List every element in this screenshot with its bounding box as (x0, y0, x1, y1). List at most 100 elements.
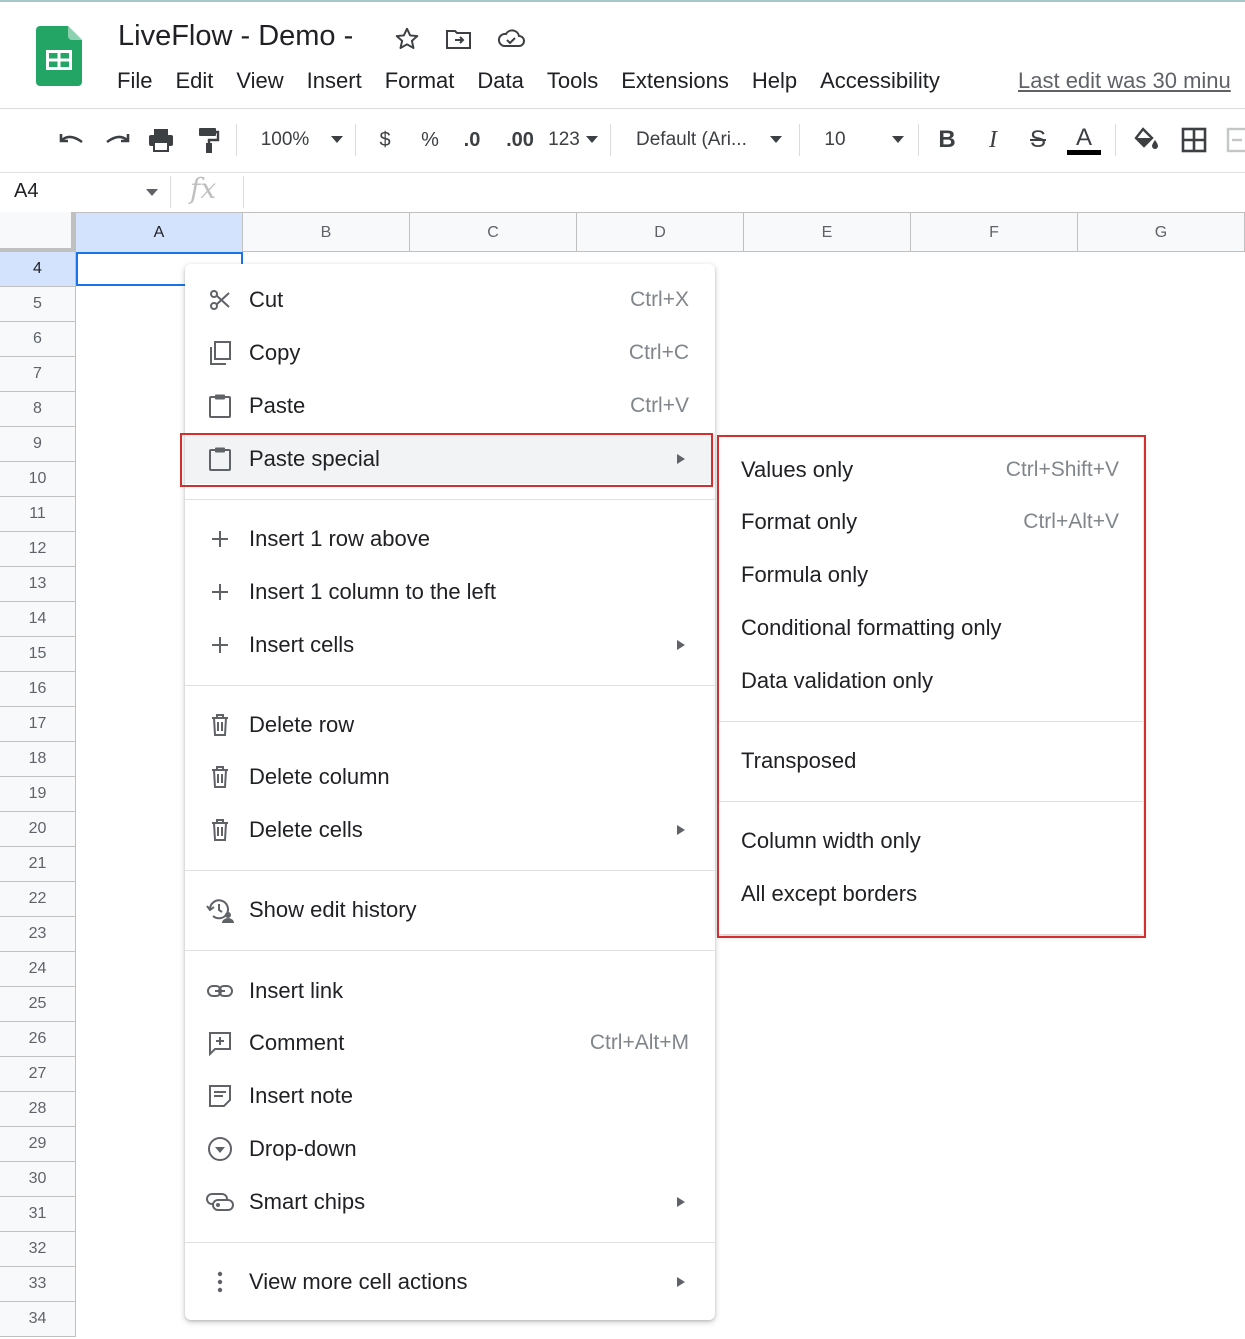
more-formats-dropdown-icon[interactable] (585, 123, 599, 157)
bold-button[interactable]: B (934, 123, 960, 157)
menu-item-copy[interactable]: Copy Ctrl+C (185, 328, 715, 378)
merge-cells-icon[interactable] (1226, 123, 1245, 157)
menu-view[interactable]: View (236, 68, 283, 94)
row-header-29[interactable]: 29 (0, 1127, 76, 1162)
zoom-select[interactable]: 100% (258, 123, 312, 157)
row-header-12[interactable]: 12 (0, 532, 76, 567)
name-box-dropdown-icon[interactable] (146, 189, 158, 196)
column-header-f[interactable]: F (911, 213, 1078, 252)
cloud-status-icon[interactable] (496, 24, 526, 54)
row-header-4[interactable]: 4 (0, 252, 76, 287)
sheets-logo-icon[interactable] (36, 26, 82, 86)
move-folder-icon[interactable] (444, 24, 474, 54)
redo-icon[interactable] (101, 123, 133, 157)
menu-accessibility[interactable]: Accessibility (820, 68, 940, 94)
menu-help[interactable]: Help (752, 68, 797, 94)
menu-item-delete-cells[interactable]: Delete cells (185, 805, 715, 855)
menu-item-insert-note[interactable]: Insert note (185, 1071, 715, 1121)
row-header-28[interactable]: 28 (0, 1092, 76, 1127)
font-size-dropdown-icon[interactable] (891, 123, 905, 157)
row-header-9[interactable]: 9 (0, 427, 76, 462)
menu-data[interactable]: Data (477, 68, 523, 94)
row-header-27[interactable]: 27 (0, 1057, 76, 1092)
row-header-32[interactable]: 32 (0, 1232, 76, 1267)
row-header-22[interactable]: 22 (0, 882, 76, 917)
row-header-8[interactable]: 8 (0, 392, 76, 427)
text-color-button[interactable]: A (1067, 123, 1101, 157)
menu-item-smart-chips[interactable]: Smart chips (185, 1177, 715, 1227)
row-header-23[interactable]: 23 (0, 917, 76, 952)
decrease-decimal-button[interactable]: .0 (455, 123, 489, 157)
menu-divider (185, 870, 715, 871)
star-icon[interactable] (392, 24, 422, 54)
column-header-g[interactable]: G (1078, 213, 1245, 252)
row-header-24[interactable]: 24 (0, 952, 76, 987)
menu-item-show-edit-history[interactable]: Show edit history (185, 885, 715, 935)
menu-format[interactable]: Format (385, 68, 455, 94)
row-header-16[interactable]: 16 (0, 672, 76, 707)
row-header-5[interactable]: 5 (0, 287, 76, 322)
menu-item-paste[interactable]: Paste Ctrl+V (185, 381, 715, 431)
italic-button[interactable]: I (980, 123, 1006, 157)
menu-tools[interactable]: Tools (547, 68, 598, 94)
row-header-33[interactable]: 33 (0, 1267, 76, 1302)
row-header-18[interactable]: 18 (0, 742, 76, 777)
note-icon (205, 1081, 235, 1111)
row-header-13[interactable]: 13 (0, 567, 76, 602)
paste-special-submenu-highlight-box (717, 435, 1146, 938)
row-header-7[interactable]: 7 (0, 357, 76, 392)
row-header-21[interactable]: 21 (0, 847, 76, 882)
menu-item-view-more-cell-actions[interactable]: View more cell actions (185, 1257, 715, 1307)
row-header-11[interactable]: 11 (0, 497, 76, 532)
paint-format-icon[interactable] (192, 123, 224, 157)
undo-icon[interactable] (56, 123, 88, 157)
row-header-17[interactable]: 17 (0, 707, 76, 742)
column-header-d[interactable]: D (577, 213, 744, 252)
select-all-corner[interactable] (0, 212, 76, 252)
strikethrough-button[interactable]: S (1025, 123, 1051, 157)
font-dropdown-icon[interactable] (769, 123, 783, 157)
menu-divider (185, 499, 715, 500)
more-formats-button[interactable]: 123 (546, 123, 582, 157)
menu-item-insert-link[interactable]: Insert link (185, 966, 715, 1016)
column-header-b[interactable]: B (243, 213, 410, 252)
document-title[interactable]: LiveFlow - Demo - (118, 20, 353, 53)
row-header-14[interactable]: 14 (0, 602, 76, 637)
menu-item-delete-row[interactable]: Delete row (185, 700, 715, 750)
menu-item-insert-column-left[interactable]: Insert 1 column to the left (185, 567, 715, 617)
menu-item-drop-down[interactable]: Drop-down (185, 1124, 715, 1174)
zoom-dropdown-icon[interactable] (330, 123, 344, 157)
borders-icon[interactable] (1178, 123, 1210, 157)
row-header-25[interactable]: 25 (0, 987, 76, 1022)
row-header-34[interactable]: 34 (0, 1302, 76, 1337)
percent-format-button[interactable]: % (416, 123, 444, 157)
row-header-20[interactable]: 20 (0, 812, 76, 847)
menu-item-insert-cells[interactable]: Insert cells (185, 620, 715, 670)
font-size-select[interactable]: 10 (820, 123, 850, 157)
row-header-10[interactable]: 10 (0, 462, 76, 497)
row-header-6[interactable]: 6 (0, 322, 76, 357)
column-header-e[interactable]: E (744, 213, 911, 252)
menu-extensions[interactable]: Extensions (621, 68, 729, 94)
currency-format-button[interactable]: $ (372, 123, 398, 157)
row-header-15[interactable]: 15 (0, 637, 76, 672)
menu-item-cut[interactable]: Cut Ctrl+X (185, 275, 715, 325)
row-header-19[interactable]: 19 (0, 777, 76, 812)
row-header-26[interactable]: 26 (0, 1022, 76, 1057)
increase-decimal-button[interactable]: .00 (500, 123, 540, 157)
column-header-c[interactable]: C (410, 213, 577, 252)
row-header-30[interactable]: 30 (0, 1162, 76, 1197)
name-box[interactable]: A4 (14, 180, 38, 203)
menu-insert[interactable]: Insert (307, 68, 362, 94)
menu-item-comment[interactable]: Comment Ctrl+Alt+M (185, 1018, 715, 1068)
menu-edit[interactable]: Edit (175, 68, 213, 94)
row-header-31[interactable]: 31 (0, 1197, 76, 1232)
font-family-select[interactable]: Default (Ari... (636, 123, 756, 157)
fill-color-icon[interactable] (1130, 123, 1162, 157)
menu-file[interactable]: File (117, 68, 152, 94)
column-header-a[interactable]: A (76, 213, 243, 252)
menu-item-delete-column[interactable]: Delete column (185, 752, 715, 802)
print-icon[interactable] (145, 123, 177, 157)
menu-item-insert-row-above[interactable]: Insert 1 row above (185, 514, 715, 564)
last-edit-link[interactable]: Last edit was 30 minu (1018, 68, 1245, 94)
